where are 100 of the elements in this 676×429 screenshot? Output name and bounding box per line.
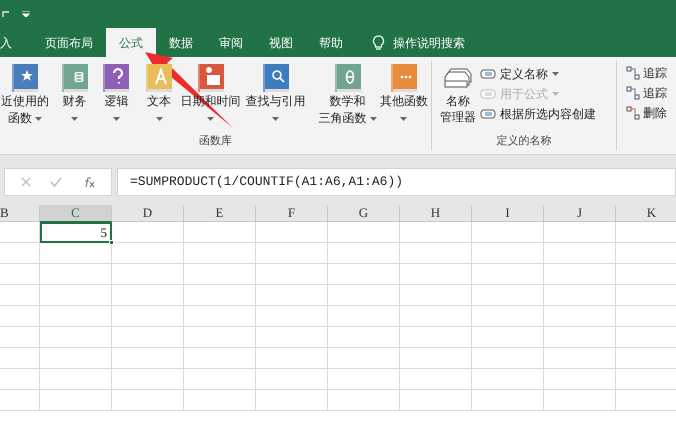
grid-cell[interactable] bbox=[544, 348, 616, 369]
grid-cell[interactable] bbox=[40, 285, 112, 306]
ribbon-tab[interactable]: 帮助 bbox=[306, 28, 356, 57]
grid-cell[interactable] bbox=[184, 390, 256, 411]
ribbon-tab[interactable]: 数据 bbox=[156, 28, 206, 57]
grid-cell[interactable] bbox=[256, 348, 328, 369]
grid-cell[interactable] bbox=[40, 369, 112, 390]
grid-cell[interactable] bbox=[328, 348, 400, 369]
grid-cell[interactable] bbox=[40, 390, 112, 411]
grid-cell[interactable] bbox=[0, 285, 40, 306]
grid-cell[interactable] bbox=[472, 243, 544, 264]
customize-toolbar-icon[interactable] bbox=[22, 11, 30, 17]
grid-cell[interactable] bbox=[400, 264, 472, 285]
grid-cell[interactable] bbox=[256, 243, 328, 264]
ribbon-tab[interactable]: 公式 bbox=[106, 28, 156, 57]
function-category-button[interactable]: 查找与引用 bbox=[244, 63, 307, 127]
grid-cell[interactable] bbox=[184, 264, 256, 285]
function-category-button[interactable]: 其他函数 bbox=[376, 63, 431, 127]
grid-cell[interactable] bbox=[328, 243, 400, 264]
grid-cell[interactable] bbox=[0, 348, 40, 369]
auditing-button[interactable]: 追踪 bbox=[626, 84, 667, 101]
ribbon-tab[interactable]: 视图 bbox=[256, 28, 306, 57]
grid-cell[interactable] bbox=[184, 285, 256, 306]
auditing-button[interactable]: 追踪 bbox=[626, 64, 667, 81]
grid-cell[interactable] bbox=[40, 264, 112, 285]
grid-cell[interactable] bbox=[0, 306, 40, 327]
name-command-button[interactable]: 根据所选内容创建 bbox=[480, 105, 596, 122]
grid-cell[interactable] bbox=[40, 306, 112, 327]
name-manager-button[interactable]: 名称 管理器 bbox=[440, 63, 476, 125]
ribbon-tab[interactable]: 页面布局 bbox=[32, 28, 106, 57]
grid-cell[interactable] bbox=[400, 285, 472, 306]
grid-cell[interactable] bbox=[328, 327, 400, 348]
grid-cell[interactable] bbox=[400, 348, 472, 369]
grid-cell[interactable] bbox=[0, 264, 40, 285]
grid-cell[interactable] bbox=[544, 306, 616, 327]
grid-cell[interactable] bbox=[112, 306, 184, 327]
grid-cell[interactable] bbox=[472, 306, 544, 327]
grid-cell[interactable] bbox=[328, 306, 400, 327]
grid-cell[interactable] bbox=[256, 222, 328, 243]
grid-cell[interactable] bbox=[40, 327, 112, 348]
column-header[interactable]: C bbox=[40, 205, 112, 222]
name-command-button[interactable]: 定义名称 bbox=[480, 65, 596, 82]
grid-cell[interactable] bbox=[544, 327, 616, 348]
grid-cell[interactable] bbox=[184, 222, 256, 243]
grid-cell[interactable] bbox=[112, 264, 184, 285]
column-header[interactable]: E bbox=[184, 205, 256, 222]
grid-cell[interactable] bbox=[472, 222, 544, 243]
grid-cell[interactable] bbox=[472, 327, 544, 348]
auditing-button[interactable]: 删除 bbox=[626, 104, 667, 121]
grid-cell[interactable] bbox=[400, 390, 472, 411]
grid-cell[interactable] bbox=[256, 369, 328, 390]
grid-cell[interactable] bbox=[0, 327, 40, 348]
ribbon-tab[interactable]: 审阅 bbox=[206, 28, 256, 57]
grid-cell[interactable] bbox=[328, 222, 400, 243]
grid-cell[interactable] bbox=[112, 285, 184, 306]
grid-cell[interactable] bbox=[184, 327, 256, 348]
grid-cell[interactable] bbox=[256, 285, 328, 306]
grid-cell[interactable] bbox=[112, 327, 184, 348]
grid-cell[interactable] bbox=[112, 243, 184, 264]
grid-cell[interactable] bbox=[328, 390, 400, 411]
grid-cell[interactable] bbox=[184, 306, 256, 327]
grid-cell[interactable] bbox=[544, 222, 616, 243]
ribbon-tab[interactable]: 入 bbox=[0, 28, 32, 57]
grid-cell[interactable] bbox=[544, 390, 616, 411]
column-header[interactable]: H bbox=[400, 205, 472, 222]
grid-cell[interactable] bbox=[544, 264, 616, 285]
column-header[interactable]: D bbox=[112, 205, 184, 222]
grid-cell[interactable] bbox=[400, 243, 472, 264]
grid-cell[interactable] bbox=[40, 348, 112, 369]
grid-cell[interactable] bbox=[328, 285, 400, 306]
grid-cell[interactable] bbox=[472, 264, 544, 285]
grid-cell[interactable] bbox=[0, 390, 40, 411]
grid-cell[interactable] bbox=[0, 243, 40, 264]
grid-cell[interactable] bbox=[112, 348, 184, 369]
grid-cell[interactable] bbox=[544, 369, 616, 390]
column-header[interactable]: J bbox=[544, 205, 616, 222]
grid-cell[interactable] bbox=[400, 222, 472, 243]
grid-cell[interactable] bbox=[400, 306, 472, 327]
confirm-icon[interactable] bbox=[50, 176, 62, 186]
column-header[interactable]: F bbox=[256, 205, 328, 222]
tell-me-search[interactable]: 操作说明搜索 bbox=[393, 34, 465, 52]
column-header[interactable]: G bbox=[328, 205, 400, 222]
grid-cell[interactable] bbox=[328, 369, 400, 390]
grid-cell[interactable] bbox=[184, 348, 256, 369]
function-category-button[interactable]: 近使用的 函数 bbox=[0, 63, 50, 127]
cancel-icon[interactable] bbox=[20, 176, 31, 186]
grid-cell[interactable] bbox=[184, 243, 256, 264]
fill-handle[interactable] bbox=[109, 240, 114, 245]
grid-cell[interactable] bbox=[184, 369, 256, 390]
grid-cell[interactable] bbox=[256, 390, 328, 411]
grid-cell[interactable] bbox=[112, 390, 184, 411]
function-category-button[interactable]: 文本 bbox=[140, 63, 179, 127]
grid-cell[interactable] bbox=[472, 369, 544, 390]
grid-cell[interactable] bbox=[256, 264, 328, 285]
grid-cell[interactable] bbox=[40, 243, 112, 264]
grid-cell[interactable] bbox=[256, 327, 328, 348]
grid-cell[interactable] bbox=[256, 306, 328, 327]
grid-cell[interactable] bbox=[0, 369, 40, 390]
column-header[interactable]: B bbox=[0, 205, 40, 222]
grid-cell[interactable] bbox=[112, 369, 184, 390]
